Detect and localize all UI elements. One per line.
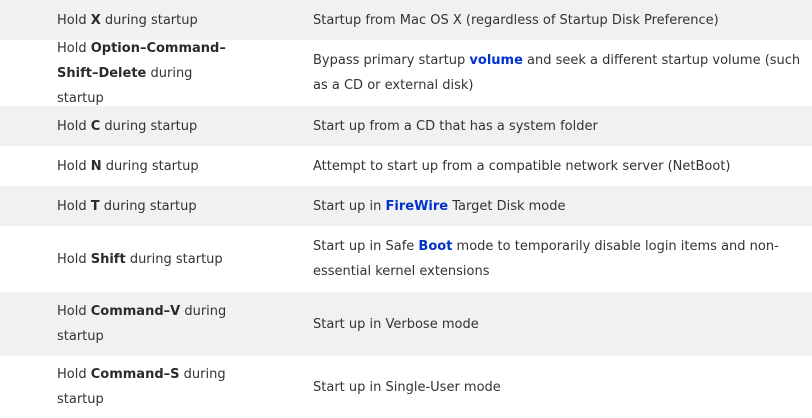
key-prefix: Hold [57, 367, 91, 382]
key-name: Command–V [90, 304, 181, 319]
description-cell: Start up in Safe Boot mode to temporaril… [313, 226, 811, 292]
key-name: T [90, 198, 100, 214]
key-name: Command–S [90, 367, 180, 382]
key-combination-cell: Hold N during startup [57, 146, 252, 186]
startup-keys-table: Hold X during startup Startup from Mac O… [0, 0, 812, 418]
description-cell: Bypass primary startup volume and seek a… [313, 40, 811, 106]
description-cell: Startup from Mac OS X (regardless of Sta… [313, 0, 811, 40]
key-combination-cell: Hold C during startup [57, 106, 252, 146]
key-name: C [90, 118, 101, 134]
key-combination-cell: Hold X during startup [57, 0, 252, 40]
description-cell: Start up in Verbose mode [313, 292, 811, 356]
key-suffix: during startup [99, 198, 197, 214]
key-combination-cell: Hold T during startup [57, 186, 252, 226]
description-text: Attempt to start up from a compatible ne… [313, 158, 731, 174]
table-row: Hold Option–Command–Shift–Delete during … [0, 40, 812, 106]
key-prefix: Hold [57, 198, 91, 214]
key-prefix: Hold [57, 12, 91, 28]
key-combination-cell: Hold Command–V during startup [57, 292, 252, 356]
table-row: Hold Command–V during startup Start up i… [0, 292, 812, 356]
boot-link[interactable]: Boot [418, 239, 452, 254]
table-row: Hold C during startup Start up from a CD… [0, 106, 812, 146]
key-suffix: during startup [125, 251, 223, 267]
description-text: Start up from a CD that has a system fol… [313, 118, 598, 134]
description-text: Start up in Safe [313, 239, 419, 254]
key-prefix: Hold [57, 304, 91, 319]
volume-link[interactable]: volume [469, 53, 522, 68]
key-suffix: during startup [100, 118, 198, 134]
key-name: N [90, 158, 102, 174]
key-combination-cell: Hold Command–S during startup [57, 356, 252, 418]
key-prefix: Hold [57, 118, 91, 134]
key-combination-cell: Hold Shift during startup [57, 226, 252, 292]
table-row: Hold Shift during startup Start up in Sa… [0, 226, 812, 292]
key-prefix: Hold [57, 251, 91, 267]
description-cell: Start up in Single-User mode [313, 356, 811, 418]
table-row: Hold T during startup Start up in FireWi… [0, 186, 812, 226]
key-name: Shift [90, 251, 126, 267]
description-text: Startup from Mac OS X (regardless of Sta… [313, 12, 719, 28]
description-text: Start up in Single-User mode [313, 379, 501, 395]
description-text: Start up in Verbose mode [313, 316, 479, 332]
description-text: Bypass primary startup [313, 53, 470, 68]
description-cell: Attempt to start up from a compatible ne… [313, 146, 811, 186]
key-suffix: during startup [100, 12, 198, 28]
description-cell: Start up from a CD that has a system fol… [313, 106, 811, 146]
key-prefix: Hold [57, 40, 91, 56]
key-combination-cell: Hold Option–Command–Shift–Delete during … [57, 40, 252, 106]
key-suffix: during startup [101, 158, 199, 174]
description-text-cont: Target Disk mode [448, 198, 566, 214]
key-name: X [90, 12, 101, 28]
table-row: Hold Command–S during startup Start up i… [0, 356, 812, 418]
table-row: Hold X during startup Startup from Mac O… [0, 0, 812, 40]
description-text: Start up in [313, 198, 386, 214]
key-prefix: Hold [57, 158, 91, 174]
table-row: Hold N during startup Attempt to start u… [0, 146, 812, 186]
firewire-link[interactable]: FireWire [386, 199, 449, 214]
description-cell: Start up in FireWire Target Disk mode [313, 186, 811, 226]
